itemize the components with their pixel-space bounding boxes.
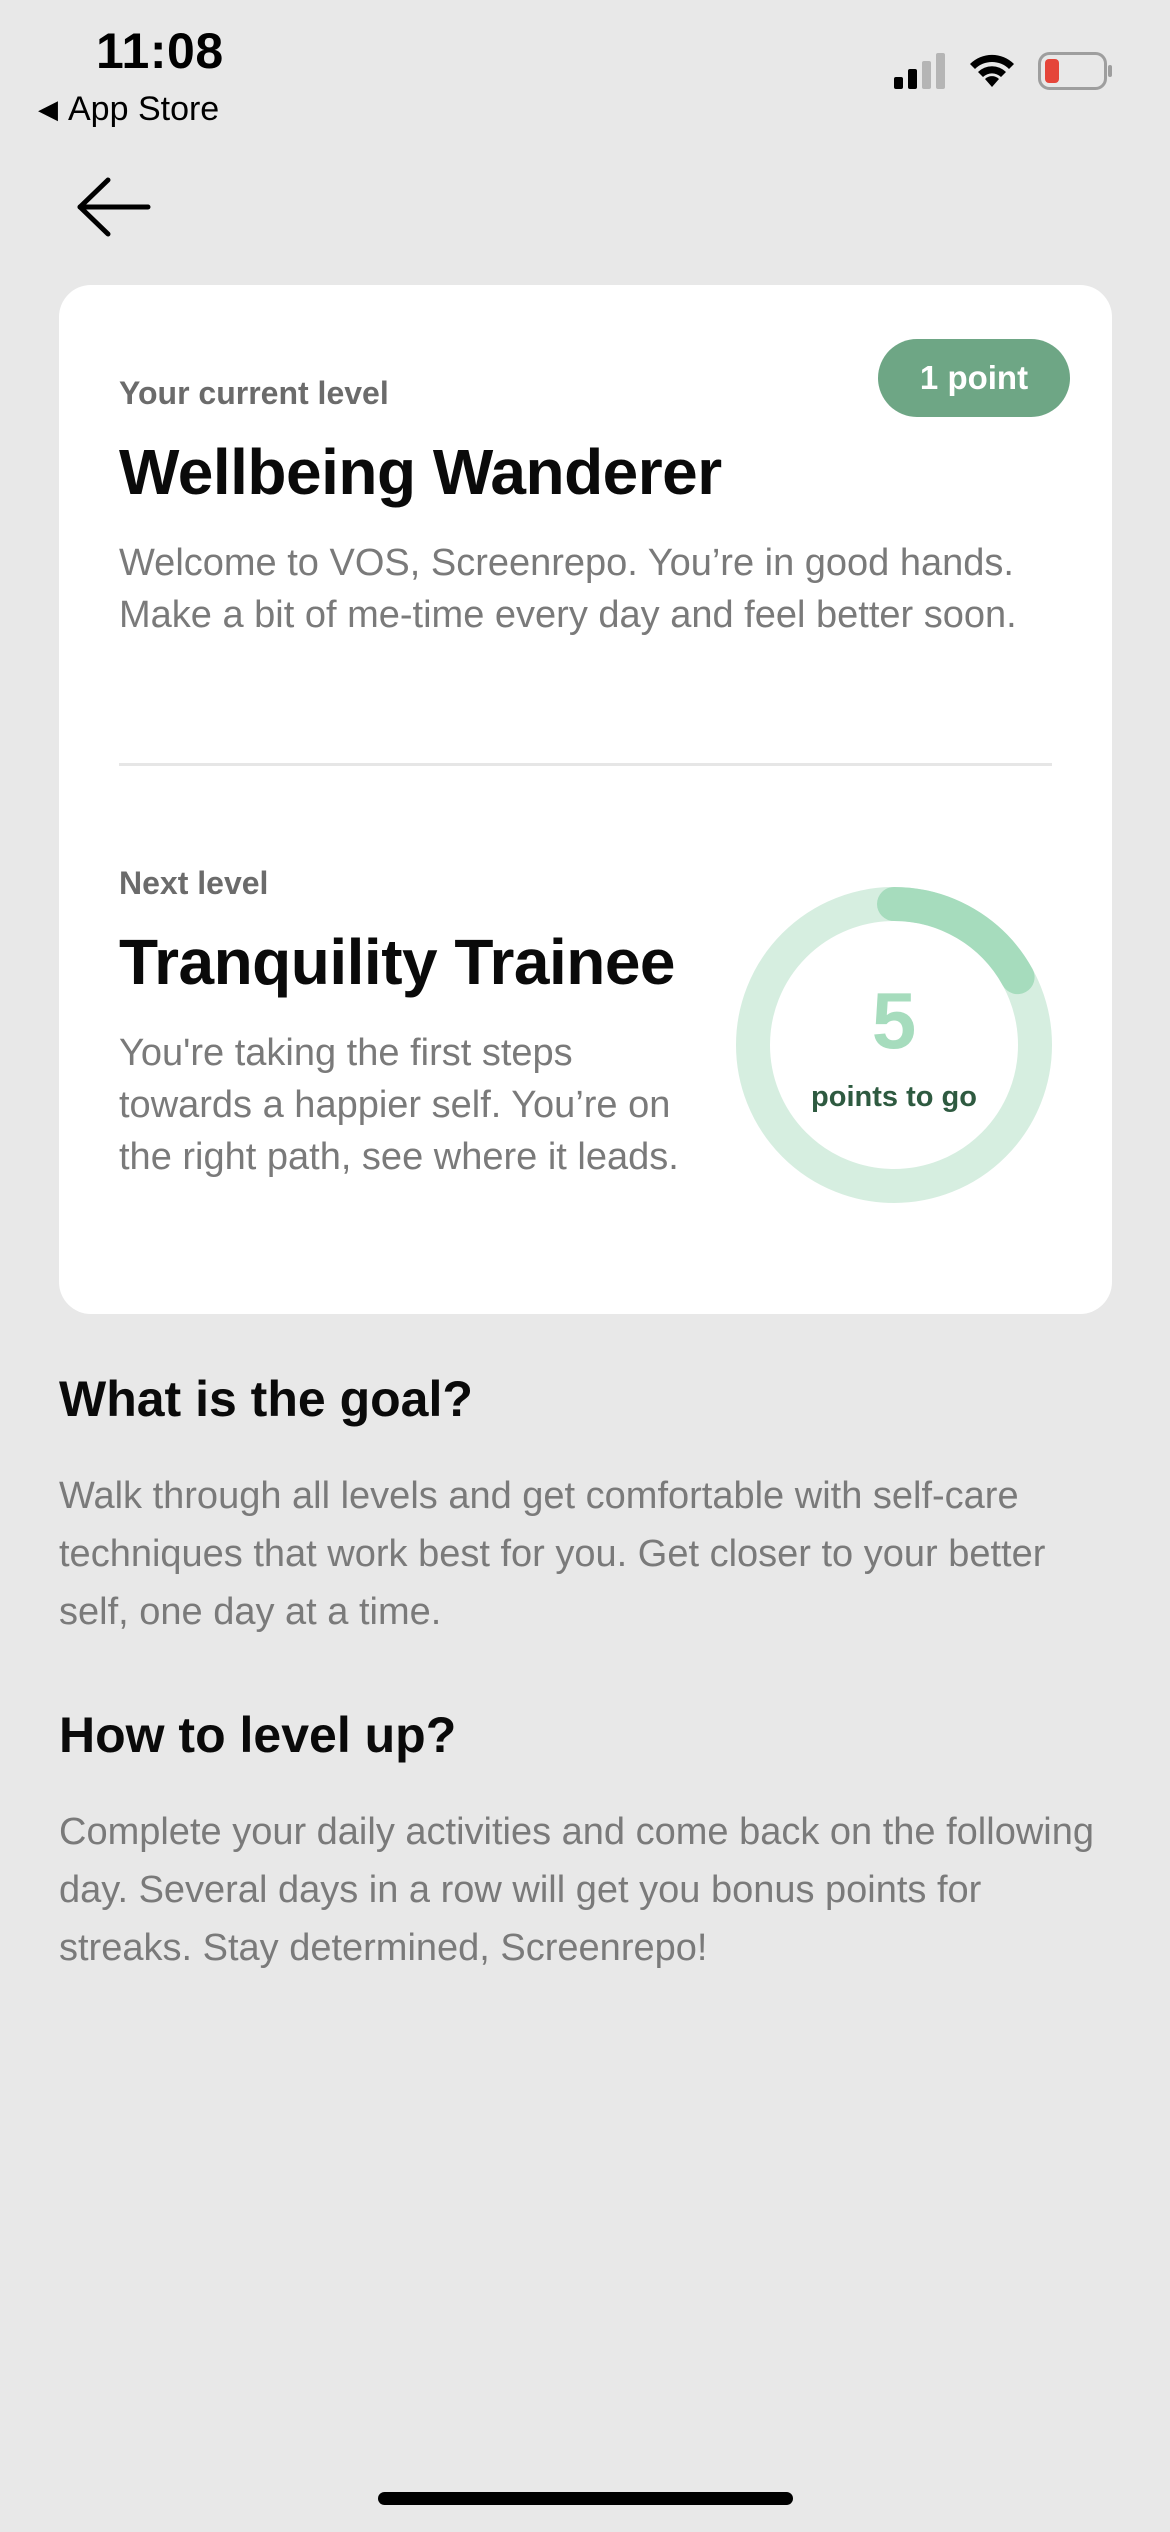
level-up-heading: How to level up?: [59, 1707, 457, 1763]
current-level-title: Wellbeing Wanderer: [119, 436, 722, 508]
status-back-label: App Store: [68, 90, 220, 128]
level-card: 1 point Your current level Wellbeing Wan…: [59, 285, 1112, 1314]
back-button[interactable]: [76, 176, 152, 238]
divider: [119, 763, 1052, 766]
next-level-label: Next level: [119, 865, 269, 901]
current-level-label: Your current level: [119, 375, 389, 411]
progress-ring: 5 points to go: [734, 885, 1054, 1205]
goal-heading: What is the goal?: [59, 1371, 473, 1427]
next-level-description: You're taking the first steps towards a …: [119, 1032, 679, 1178]
current-level-description: Welcome to VOS, Screenrepo. You’re in go…: [119, 542, 1017, 636]
points-to-go-caption: points to go: [811, 1081, 977, 1113]
signal-icon: [894, 53, 945, 89]
arrow-left-icon: [77, 177, 151, 237]
goal-body: Walk through all levels and get comforta…: [59, 1475, 1046, 1633]
points-to-go-number: 5: [871, 976, 917, 1065]
wifi-icon: [970, 54, 1014, 87]
back-triangle-icon: ◀: [38, 94, 58, 124]
battery-icon: [1038, 52, 1112, 90]
next-level-title: Tranquility Trainee: [119, 926, 676, 998]
level-up-body: Complete your daily activities and come …: [59, 1811, 1094, 1969]
home-indicator[interactable]: [378, 2492, 793, 2505]
status-back-to-app-store[interactable]: ◀ App Store: [38, 90, 219, 129]
status-time: 11:08: [96, 23, 224, 79]
points-badge: 1 point: [878, 339, 1070, 417]
status-icons: [894, 52, 1114, 90]
